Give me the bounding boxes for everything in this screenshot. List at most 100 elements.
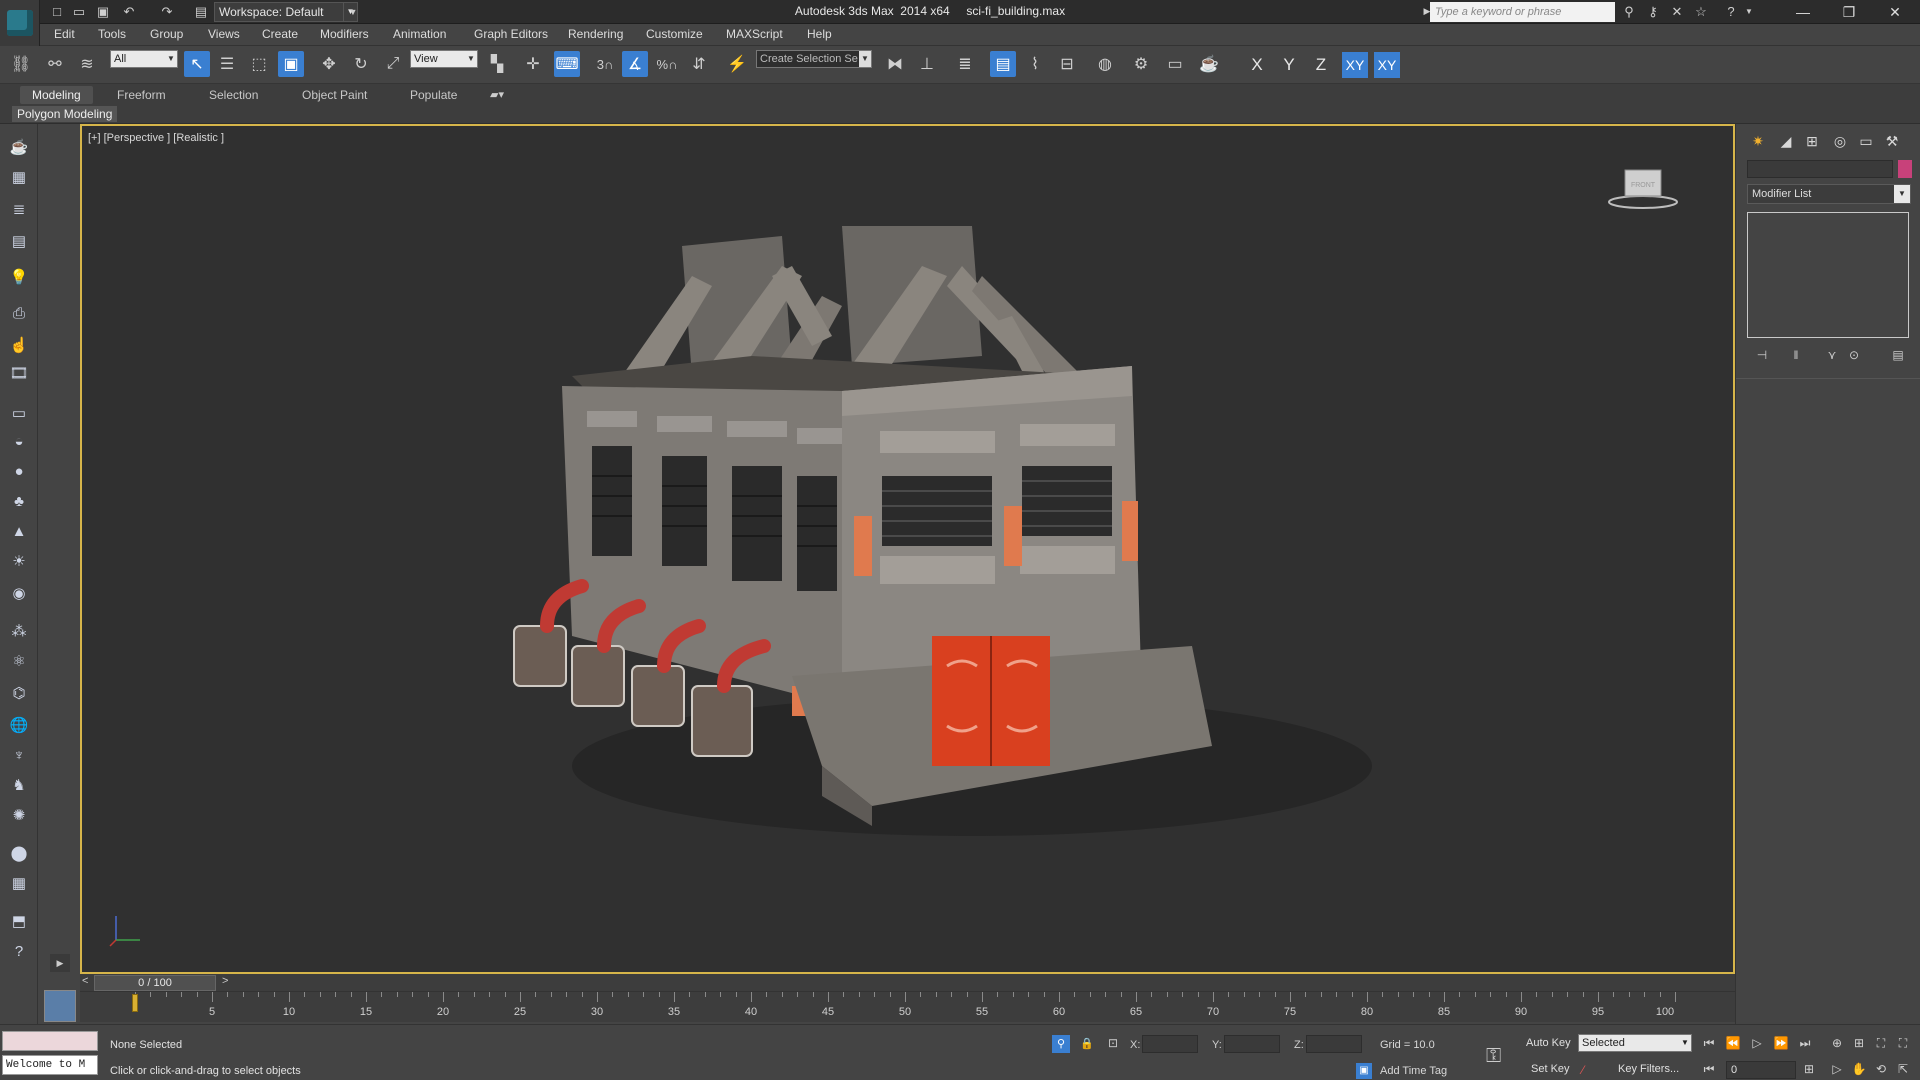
- go-to-end-icon[interactable]: ⏭: [1794, 1033, 1816, 1053]
- viewcube-icon[interactable]: FRONT: [1605, 162, 1681, 212]
- menu-group[interactable]: Group: [150, 27, 183, 41]
- binoculars-icon[interactable]: ⚲: [1620, 3, 1638, 20]
- time-slider-thumb[interactable]: 0 / 100: [94, 975, 216, 991]
- restore-icon[interactable]: ❐: [1826, 0, 1872, 24]
- time-tag-icon[interactable]: ▣: [1356, 1063, 1372, 1079]
- track-bar[interactable]: 5 10 15 20 25 30 35 40 45 50 55 60 65 70 75 80 85 90 95 100: [80, 992, 1735, 1022]
- menu-tools[interactable]: Tools: [98, 27, 126, 41]
- selection-filter-dropdown[interactable]: All ▼: [110, 50, 178, 68]
- menu-views[interactable]: Views: [208, 27, 240, 41]
- network-icon[interactable]: ⌬: [6, 680, 32, 706]
- globe-icon[interactable]: 🌐: [6, 712, 32, 738]
- favorites-star-icon[interactable]: ☆: [1692, 3, 1710, 20]
- hierarchy-tab-icon[interactable]: ⊞: [1800, 130, 1824, 152]
- percent-snap-icon[interactable]: %∩: [654, 51, 680, 77]
- previous-frame-icon[interactable]: ⏪: [1722, 1033, 1744, 1053]
- communication-icon[interactable]: ✕: [1668, 3, 1686, 20]
- plant-icon[interactable]: ♣: [6, 488, 32, 514]
- modifier-list-dropdown[interactable]: Modifier List ▼: [1747, 184, 1911, 204]
- time-slider[interactable]: < 0 / 100 >: [80, 974, 1735, 992]
- cone-icon[interactable]: ▲: [6, 518, 32, 544]
- mirror-icon[interactable]: ⧓: [882, 51, 908, 77]
- orbit-icon[interactable]: ⟲: [1870, 1059, 1892, 1079]
- play-icon[interactable]: ▷: [1746, 1033, 1768, 1053]
- save-icon[interactable]: ▣: [94, 3, 112, 20]
- sphere-icon[interactable]: ●: [6, 458, 32, 484]
- motion-tab-icon[interactable]: ◎: [1828, 130, 1852, 152]
- help-icon[interactable]: ?: [1722, 3, 1740, 20]
- named-selection-sets-dropdown[interactable]: Create Selection Se ▼: [756, 50, 872, 68]
- light-bulb-icon[interactable]: 💡: [6, 264, 32, 290]
- redo-icon[interactable]: ↷: [158, 3, 176, 20]
- select-by-name-icon[interactable]: ☰: [214, 51, 240, 77]
- tab-freeform[interactable]: Freeform: [105, 86, 178, 104]
- scene-explorer-icon[interactable]: ▦: [6, 164, 32, 190]
- tab-selection[interactable]: Selection: [197, 86, 270, 104]
- isolate-selection-icon[interactable]: ⚲: [1052, 1035, 1070, 1053]
- current-frame-field[interactable]: 0: [1726, 1061, 1796, 1079]
- curve-editor-icon[interactable]: ⌇: [1022, 51, 1048, 77]
- x-coord-field[interactable]: [1142, 1035, 1198, 1053]
- shell-icon[interactable]: ✺: [6, 802, 32, 828]
- zoom-icon[interactable]: ⊕: [1826, 1033, 1848, 1053]
- next-frame-arrow-icon[interactable]: >: [222, 975, 228, 987]
- menu-create[interactable]: Create: [262, 27, 298, 41]
- make-unique-icon[interactable]: ⋎: [1820, 346, 1844, 364]
- white-sphere-icon[interactable]: ⬤: [6, 840, 32, 866]
- minimize-icon[interactable]: —: [1780, 0, 1826, 24]
- maxscript-listener-output[interactable]: Welcome to M: [2, 1055, 98, 1075]
- menu-edit[interactable]: Edit: [54, 27, 75, 41]
- pan-view-icon[interactable]: ✋: [1848, 1059, 1870, 1079]
- open-file-icon[interactable]: ▭: [70, 3, 88, 20]
- menu-rendering[interactable]: Rendering: [568, 27, 623, 41]
- current-frame-marker[interactable]: [132, 994, 138, 1012]
- window-crossing-icon[interactable]: ▣: [278, 51, 304, 77]
- go-to-start-icon[interactable]: ⏮: [1698, 1033, 1720, 1053]
- modify-tab-icon[interactable]: ◢: [1774, 130, 1798, 152]
- table-icon[interactable]: ▤: [6, 228, 32, 254]
- configure-modifier-sets-icon[interactable]: ▤: [1886, 346, 1910, 364]
- key-mode-toggle-icon[interactable]: ⏮: [1698, 1059, 1720, 1079]
- restrict-y-button[interactable]: Y: [1276, 52, 1302, 78]
- grid-panel-icon[interactable]: ▦: [6, 870, 32, 896]
- selection-lock-icon[interactable]: 🔒: [1080, 1037, 1094, 1050]
- toggle-ribbon-icon[interactable]: ▤: [990, 51, 1016, 77]
- project-folder-icon[interactable]: ▤: [192, 3, 210, 20]
- close-icon[interactable]: ✕: [1872, 0, 1918, 24]
- teapot-icon[interactable]: ☕: [6, 134, 32, 160]
- sci-fi-building-model[interactable]: [492, 206, 1412, 866]
- select-object-icon[interactable]: ↖: [184, 51, 210, 77]
- restrict-z-button[interactable]: Z: [1308, 52, 1334, 78]
- link-icon[interactable]: ⛓: [8, 51, 34, 77]
- box-icon[interactable]: ▭: [6, 400, 32, 426]
- hand-icon[interactable]: ☝: [6, 332, 32, 358]
- undo-icon[interactable]: ↶: [120, 3, 138, 20]
- zoom-all-icon[interactable]: ⊞: [1848, 1033, 1870, 1053]
- maximize-viewport-icon[interactable]: ⇱: [1892, 1059, 1914, 1079]
- workspace-menu-icon[interactable]: ▼: [344, 3, 362, 20]
- help-menu-icon[interactable]: ▼: [1740, 3, 1758, 20]
- pivot-center-icon[interactable]: ▚: [484, 51, 510, 77]
- rendered-frame-window-icon[interactable]: ▭: [1162, 51, 1188, 77]
- viewport-label[interactable]: [+] [Perspective ] [Realistic ]: [88, 132, 224, 144]
- zoom-extents-icon[interactable]: ⛶: [1870, 1033, 1892, 1053]
- menu-modifiers[interactable]: Modifiers: [320, 27, 369, 41]
- utility-icon[interactable]: ⬒: [6, 908, 32, 934]
- zoom-extents-all-icon[interactable]: ⛶: [1892, 1033, 1914, 1053]
- hair-icon[interactable]: ♆: [6, 742, 32, 768]
- object-color-swatch[interactable]: [1898, 160, 1912, 178]
- set-keys-key-icon[interactable]: ⚿: [1486, 1045, 1501, 1068]
- reference-coordinate-dropdown[interactable]: View ▼: [410, 50, 478, 68]
- z-coord-field[interactable]: [1306, 1035, 1362, 1053]
- hf-icon[interactable]: ♞: [6, 772, 32, 798]
- application-menu-button[interactable]: [0, 0, 40, 46]
- bind-spacewarp-icon[interactable]: ≋: [74, 51, 100, 77]
- rectangular-region-icon[interactable]: ⬚: [246, 51, 272, 77]
- workspace-dropdown[interactable]: Workspace: Default ▼: [214, 2, 358, 22]
- snaps-toggle-icon[interactable]: 3 ∩: [592, 51, 618, 77]
- utilities-tab-icon[interactable]: ⚒: [1880, 130, 1904, 152]
- menu-graph-editors[interactable]: Graph Editors: [474, 27, 548, 41]
- select-manipulate-icon[interactable]: ✛: [520, 51, 546, 77]
- display-tab-icon[interactable]: ▭: [1854, 130, 1878, 152]
- next-frame-icon[interactable]: ⏩: [1770, 1033, 1792, 1053]
